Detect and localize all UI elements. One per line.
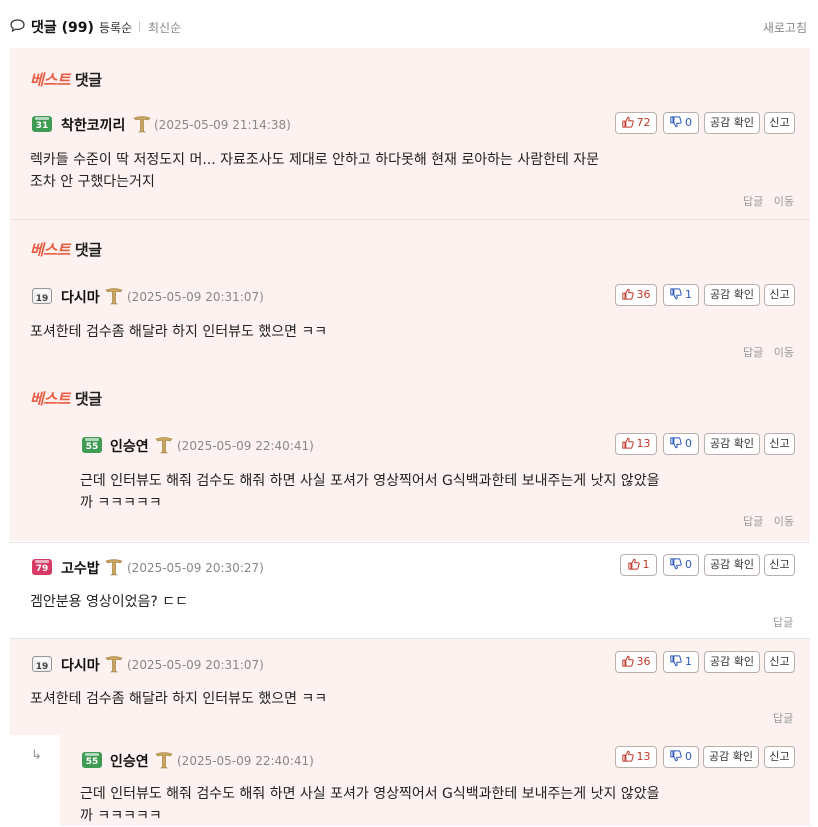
comments-title: 댓글 (99) xyxy=(31,20,94,36)
report-button[interactable]: 신고 xyxy=(764,284,795,306)
comment-date: (2025-05-09 22:40:41) xyxy=(177,439,314,453)
nickname[interactable]: 고수밥 xyxy=(61,558,100,578)
best-comment-label: 베스트 댓글 xyxy=(30,390,102,408)
comment-actions: 답글 이동 xyxy=(743,344,794,360)
thumbs-up-icon xyxy=(622,288,634,300)
comment-actions: 답글 xyxy=(773,614,793,630)
nickname[interactable]: 인승연 xyxy=(110,436,149,456)
agree-check-button[interactable]: 공감 확인 xyxy=(704,112,760,134)
level-badge: 31 xyxy=(32,116,52,132)
comments-header: 댓글 (99) 등록순 최신순 새로고침 xyxy=(0,0,818,48)
reply-link[interactable]: 답글 xyxy=(743,346,763,359)
move-link[interactable]: 이동 xyxy=(774,195,794,208)
like-button[interactable]: 72 xyxy=(615,112,657,134)
reply-item: 55 인승연 (2025-05-09 22:40:41) 13 0 공감 확인 … xyxy=(60,735,810,826)
class-emblem-icon xyxy=(155,751,173,769)
reply-container: ↳ 55 인승연 (2025-05-09 22:40:41) 13 0 공감 확… xyxy=(10,735,810,826)
like-button[interactable]: 13 xyxy=(615,433,657,455)
sort-latest-tab[interactable]: 최신순 xyxy=(148,19,181,36)
like-button[interactable]: 1 xyxy=(620,554,657,576)
thumbs-up-icon xyxy=(622,437,634,449)
report-button[interactable]: 신고 xyxy=(764,112,795,134)
reply-arrow-icon: ↳ xyxy=(31,748,42,763)
thumbs-up-icon xyxy=(622,655,634,667)
thumbs-down-icon xyxy=(670,437,682,449)
comment-bubble-icon xyxy=(10,19,25,32)
best-comment: 베스트 댓글 19 다시마 (2025-05-09 20:31:07) 36 1 … xyxy=(10,219,810,541)
comment-date: (2025-05-09 21:14:38) xyxy=(154,118,291,132)
class-emblem-icon xyxy=(133,115,151,133)
dislike-button[interactable]: 0 xyxy=(663,746,699,768)
report-button[interactable]: 신고 xyxy=(764,746,795,768)
comment-item: 19 다시마 (2025-05-09 20:31:07) 36 1 공감 확인 … xyxy=(10,638,810,735)
class-emblem-icon xyxy=(155,436,173,454)
report-button[interactable]: 신고 xyxy=(764,651,795,673)
refresh-button[interactable]: 새로고침 xyxy=(763,19,807,36)
comment-actions: 답글 xyxy=(773,710,793,726)
agree-check-button[interactable]: 공감 확인 xyxy=(703,746,759,768)
dislike-button[interactable]: 0 xyxy=(663,112,699,134)
level-badge: 79 xyxy=(32,559,52,575)
thumbs-down-icon xyxy=(670,655,682,667)
level-badge: 19 xyxy=(32,288,52,304)
agree-check-button[interactable]: 공감 확인 xyxy=(704,284,760,306)
dislike-button[interactable]: 1 xyxy=(663,651,699,673)
comment-text: 포셔한테 검수좀 해달라 하지 인터뷰도 했으면 ㅋㅋ xyxy=(30,691,328,707)
class-emblem-icon xyxy=(105,655,123,673)
level-badge: 55 xyxy=(82,437,102,453)
best-comment: 베스트 댓글 31 착한코끼리 (2025-05-09 21:14:38) 72 … xyxy=(10,48,810,219)
thumbs-up-icon xyxy=(622,116,634,128)
dislike-button[interactable]: 1 xyxy=(663,284,699,306)
level-badge: 19 xyxy=(32,656,52,672)
sort-divider xyxy=(139,21,140,32)
like-button[interactable]: 36 xyxy=(615,651,657,673)
nickname[interactable]: 다시마 xyxy=(61,655,100,675)
best-comment-label: 베스트 댓글 xyxy=(30,71,102,89)
thumbs-up-icon xyxy=(622,750,634,762)
dislike-button[interactable]: 0 xyxy=(663,554,699,576)
comment-text: 근데 인터뷰도 해줘 검수도 해줘 하면 사실 포셔가 영상찍어서 G식백과한테… xyxy=(80,786,660,824)
comment-text: 포셔한테 검수좀 해달라 하지 인터뷰도 했으면 ㅋㅋ xyxy=(30,324,328,340)
agree-check-button[interactable]: 공감 확인 xyxy=(704,433,760,455)
class-emblem-icon xyxy=(105,558,123,576)
comment-text: 렉카들 수준이 딱 저정도지 머... 자료조사도 제대로 안하고 하다못해 현… xyxy=(30,152,600,190)
class-emblem-icon xyxy=(105,287,123,305)
comment-date: (2025-05-09 20:30:27) xyxy=(127,561,264,575)
dislike-button[interactable]: 0 xyxy=(663,433,699,455)
sort-registered-tab[interactable]: 등록순 xyxy=(99,19,132,36)
move-link[interactable]: 이동 xyxy=(774,346,794,359)
comment-date: (2025-05-09 22:40:41) xyxy=(177,754,314,768)
reply-link[interactable]: 답글 xyxy=(743,195,763,208)
thumbs-down-icon xyxy=(670,288,682,300)
thumbs-down-icon xyxy=(670,558,682,570)
thumbs-down-icon xyxy=(670,116,682,128)
report-button[interactable]: 신고 xyxy=(764,554,795,576)
agree-check-button[interactable]: 공감 확인 xyxy=(704,554,760,576)
comment-date: (2025-05-09 20:31:07) xyxy=(127,658,264,672)
nickname[interactable]: 다시마 xyxy=(61,287,100,307)
report-button[interactable]: 신고 xyxy=(764,433,795,455)
comment-item: 79 고수밥 (2025-05-09 20:30:27) 1 0 공감 확인 신… xyxy=(10,542,810,638)
best-comment-label: 베스트 댓글 xyxy=(30,241,102,259)
comment-actions: 답글 이동 xyxy=(743,193,794,209)
reply-link[interactable]: 답글 xyxy=(773,616,793,629)
reply-link[interactable]: 답글 xyxy=(773,712,793,725)
comment-text: 겜안분용 영상이었음? ㄷㄷ xyxy=(30,594,189,610)
thumbs-up-icon xyxy=(628,558,640,570)
nickname[interactable]: 착한코끼리 xyxy=(61,115,125,135)
move-link[interactable]: 이동 xyxy=(774,515,794,528)
level-badge: 55 xyxy=(82,752,102,768)
agree-check-button[interactable]: 공감 확인 xyxy=(704,651,760,673)
thumbs-down-icon xyxy=(670,750,682,762)
reply-link[interactable]: 답글 xyxy=(743,515,763,528)
comment-text: 근데 인터뷰도 해줘 검수도 해줘 하면 사실 포셔가 영상찍어서 G식백과한테… xyxy=(80,473,660,511)
like-button[interactable]: 36 xyxy=(615,284,657,306)
like-button[interactable]: 13 xyxy=(615,746,657,768)
nickname[interactable]: 인승연 xyxy=(110,751,149,771)
comment-actions: 답글 이동 xyxy=(743,513,794,529)
comment-date: (2025-05-09 20:31:07) xyxy=(127,290,264,304)
